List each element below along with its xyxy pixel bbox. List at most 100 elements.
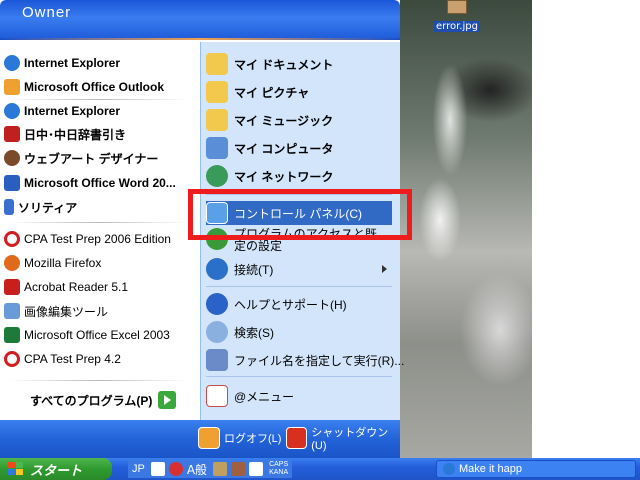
ie-icon <box>4 55 20 71</box>
my-computer-icon <box>206 137 228 159</box>
menu-item-label: Internet Explorer <box>24 56 121 70</box>
recent-item-firefox[interactable]: Mozilla Firefox <box>4 252 101 274</box>
menu-item-label: マイ ネットワーク <box>234 169 334 184</box>
ime-icon[interactable] <box>168 462 183 476</box>
menu-item-label: @メニュー <box>234 389 295 404</box>
at-menu-item[interactable]: @メニュー <box>206 384 294 408</box>
keyboard-icon[interactable] <box>150 462 165 476</box>
recent-item-cpa-prep-2006[interactable]: CPA Test Prep 2006 Edition <box>4 228 171 250</box>
place-my-music[interactable]: マイ ミュージック <box>206 108 333 132</box>
my-network-icon <box>206 165 228 187</box>
menu-item-label: マイ ミュージック <box>234 113 334 128</box>
shutdown-button[interactable]: シャットダウン(U) <box>286 426 400 452</box>
annotation-highlight-box <box>188 189 412 240</box>
ie-icon <box>443 463 455 475</box>
header-divider <box>0 38 400 40</box>
web-art-designer-icon <box>4 150 20 166</box>
logoff-icon <box>198 427 220 449</box>
submenu-arrow-icon <box>382 265 387 273</box>
language-bar[interactable]: JP A般 CAPS KANA <box>128 460 293 478</box>
dictionary-icon <box>4 126 20 142</box>
start-menu: Owner Internet Explorer Microsoft Office… <box>0 0 412 458</box>
help-separator <box>206 376 392 377</box>
run-icon <box>206 349 228 371</box>
shutdown-label: シャットダウン(U) <box>311 427 389 452</box>
logoff-button[interactable]: ログオフ(L) <box>198 426 281 450</box>
place-my-computer[interactable]: マイ コンピュータ <box>206 136 333 160</box>
connect-icon <box>206 258 228 280</box>
recent-item-word[interactable]: Microsoft Office Word 20... <box>4 172 176 194</box>
menu-item-label: ヘルプとサポート(H) <box>234 297 347 312</box>
menu-item-label: Internet Explorer <box>24 104 121 118</box>
outlook-icon <box>4 79 20 95</box>
menu-item-label: Acrobat Reader 5.1 <box>24 280 129 294</box>
cpa-prep-icon <box>4 231 20 247</box>
place-my-network[interactable]: マイ ネットワーク <box>206 164 333 188</box>
language-code: JP <box>132 463 145 475</box>
recent-item-web-art-designer[interactable]: ウェブアート デザイナー <box>4 147 158 169</box>
help-icon[interactable] <box>249 462 264 476</box>
cpa-prep-icon <box>4 351 20 367</box>
all-programs-button[interactable]: すべてのプログラム(P) <box>30 388 177 412</box>
my-music-icon <box>206 109 228 131</box>
connect-item[interactable]: 接続(T) <box>206 257 273 281</box>
recent-item-acrobat[interactable]: Acrobat Reader 5.1 <box>4 276 128 298</box>
at-menu-icon <box>206 385 228 407</box>
pinned-item-outlook[interactable]: Microsoft Office Outlook <box>4 76 164 98</box>
menu-item-label: Microsoft Office Excel 2003 <box>24 328 170 342</box>
image-file-icon <box>447 0 467 14</box>
green-arrow-icon <box>158 391 177 409</box>
pad-icon[interactable] <box>231 462 246 476</box>
menu-item-label: マイ ピクチャ <box>234 85 310 100</box>
start-button[interactable]: スタート <box>0 458 112 480</box>
all-programs-label: すべてのプログラム(P) <box>30 393 153 408</box>
tool-icon[interactable] <box>213 462 228 476</box>
pinned-item-internet-explorer[interactable]: Internet Explorer <box>4 52 120 74</box>
run-item[interactable]: ファイル名を指定して実行(R)... <box>206 348 404 372</box>
menu-item-label: 日中･中日辞書引き <box>24 127 127 142</box>
recent-item-internet-explorer[interactable]: Internet Explorer <box>4 100 120 122</box>
recent-item-cpa-prep-42[interactable]: CPA Test Prep 4.2 <box>4 348 121 370</box>
logoff-label: ログオフ(L) <box>224 433 282 445</box>
menu-item-label: マイ ドキュメント <box>234 57 334 72</box>
desktop-icon-label: error.jpg <box>434 21 480 32</box>
start-label: スタート <box>30 462 83 478</box>
help-support-item[interactable]: ヘルプとサポート(H) <box>206 292 347 316</box>
menu-item-label: Microsoft Office Outlook <box>24 80 165 94</box>
recent-item-dictionary[interactable]: 日中･中日辞書引き <box>4 123 126 145</box>
menu-item-label: Microsoft Office Word 20... <box>24 176 176 190</box>
recent-separator <box>8 222 188 223</box>
my-documents-icon <box>206 53 228 75</box>
all-programs-separator <box>8 380 188 381</box>
menu-item-label: ファイル名を指定して実行(R)... <box>234 353 405 368</box>
search-item[interactable]: 検索(S) <box>206 320 274 344</box>
menu-item-label: マイ コンピュータ <box>234 141 334 156</box>
recent-item-image-edit-tool[interactable]: 画像編集ツール <box>4 300 108 322</box>
power-icon <box>286 427 308 449</box>
desktop-file-error-jpg[interactable]: error.jpg <box>434 0 480 33</box>
recent-item-excel[interactable]: Microsoft Office Excel 2003 <box>4 324 170 346</box>
taskbar-window-button[interactable]: Make it happ <box>436 460 636 478</box>
user-name: Owner <box>22 4 72 21</box>
windows-logo-icon <box>8 462 24 476</box>
place-my-documents[interactable]: マイ ドキュメント <box>206 52 333 76</box>
screen: error.jpg Owner Internet Explorer Micros… <box>0 0 640 480</box>
kana-label: KANA <box>269 469 289 476</box>
caps-kana-indicator: CAPS KANA <box>269 461 288 477</box>
place-my-pictures[interactable]: マイ ピクチャ <box>206 80 309 104</box>
blank-area <box>532 0 640 458</box>
menu-item-label: ソリティア <box>18 200 78 215</box>
excel-icon <box>4 327 20 343</box>
firefox-icon <box>4 255 20 271</box>
taskbar-window-label: Make it happ <box>459 463 522 475</box>
acrobat-icon <box>4 279 20 295</box>
menu-item-label: 画像編集ツール <box>24 304 109 319</box>
recent-item-solitaire[interactable]: ソリティア <box>4 196 77 218</box>
menu-item-label: 検索(S) <box>234 325 274 340</box>
search-icon <box>206 321 228 343</box>
taskbar: スタート JP A般 CAPS KANA Make it happ <box>0 458 640 480</box>
ime-mode[interactable]: A般 <box>187 461 207 478</box>
menu-item-label: 接続(T) <box>234 262 274 277</box>
menu-item-label: CPA Test Prep 4.2 <box>24 352 121 366</box>
image-edit-icon <box>4 303 20 319</box>
